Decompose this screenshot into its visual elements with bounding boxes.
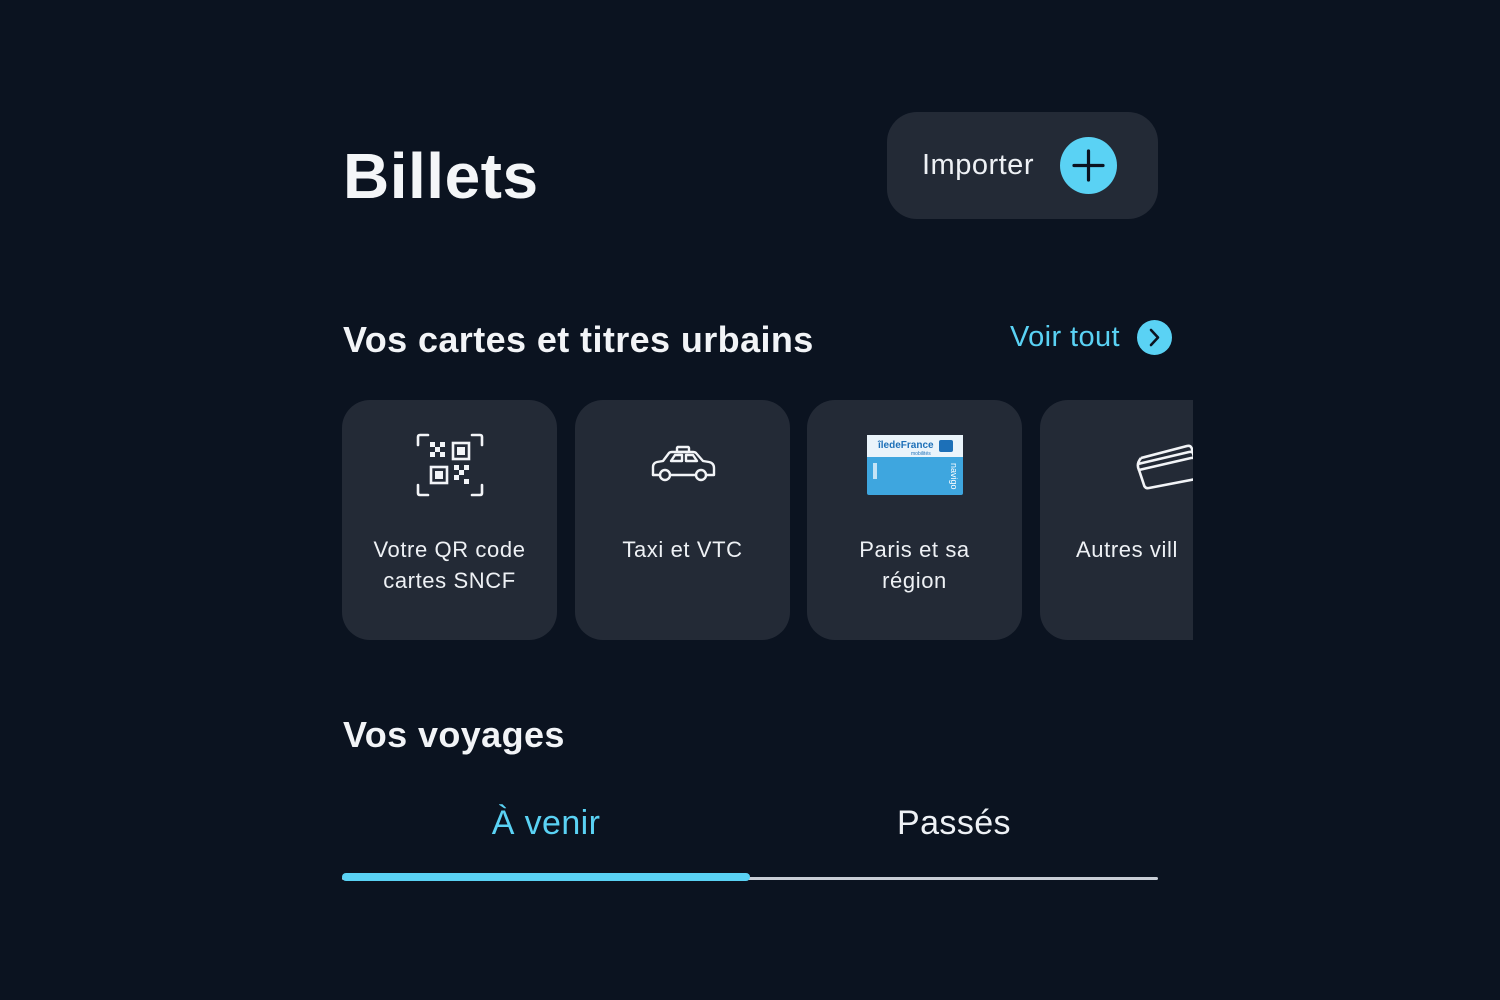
card-taxi[interactable]: Taxi et VTC xyxy=(575,400,790,640)
import-button-label: Importer xyxy=(922,149,1034,181)
see-all-label: Voir tout xyxy=(1010,321,1120,353)
trips-section-title: Vos voyages xyxy=(343,714,565,755)
card-brand-sub-text: mobilités xyxy=(911,451,931,457)
tickets-screen: Billets Importer Vos cartes et titres ur… xyxy=(0,0,1500,1000)
tab-past[interactable]: Passés xyxy=(750,804,1158,843)
cards-section-title: Vos cartes et titres urbains xyxy=(343,319,814,360)
tickets-icon xyxy=(1040,432,1193,498)
plus-icon xyxy=(1060,137,1117,194)
card-qr-code[interactable]: Votre QR code cartes SNCF xyxy=(342,400,557,640)
chevron-right-icon xyxy=(1137,320,1172,355)
qr-code-icon xyxy=(342,432,557,498)
card-label: Paris et sa région xyxy=(859,537,970,593)
card-brand-text: îledeFrance xyxy=(877,440,934,451)
import-button[interactable]: Importer xyxy=(887,112,1158,219)
card-label: Votre QR code cartes SNCF xyxy=(373,537,526,593)
tab-upcoming[interactable]: À venir xyxy=(342,804,750,843)
card-label: Taxi et VTC xyxy=(622,537,743,562)
taxi-icon xyxy=(575,432,790,498)
cards-carousel[interactable]: Votre QR code cartes SNCF Taxi et VTC îl… xyxy=(342,400,1193,641)
page-title: Billets xyxy=(343,140,539,212)
see-all-link[interactable]: Voir tout xyxy=(1010,320,1172,355)
card-name-text: navigo xyxy=(949,463,959,490)
card-label: Autres vill xyxy=(1076,537,1178,562)
card-other-cities[interactable]: Autres vill xyxy=(1040,400,1193,640)
navigo-card-icon: îledeFrance mobilités navigo xyxy=(807,432,1022,498)
trips-tabs: À venir Passés xyxy=(342,790,1158,882)
tab-active-indicator xyxy=(342,873,750,881)
card-paris-region[interactable]: îledeFrance mobilités navigo Paris et sa… xyxy=(807,400,1022,640)
